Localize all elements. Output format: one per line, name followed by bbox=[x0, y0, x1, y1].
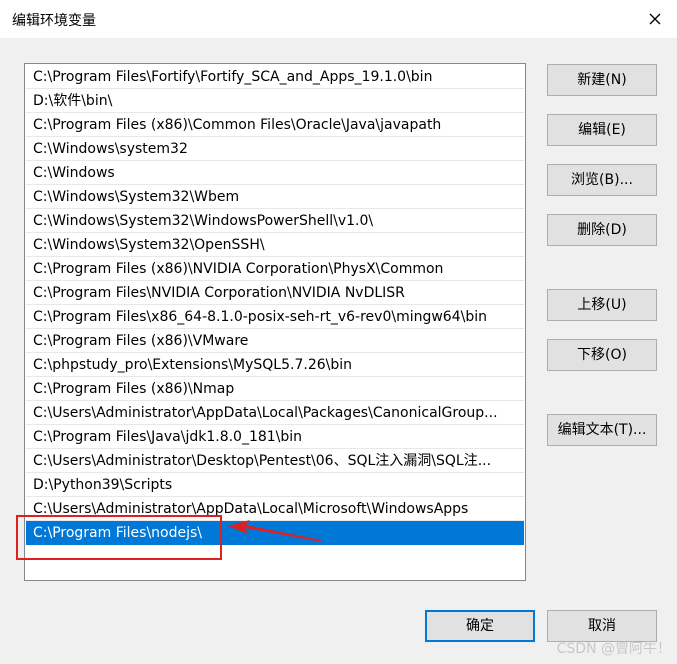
path-list[interactable]: C:\Program Files\Fortify\Fortify_SCA_and… bbox=[24, 63, 526, 581]
list-item[interactable]: C:\Program Files\NVIDIA Corporation\NVID… bbox=[26, 281, 524, 305]
list-item[interactable]: C:\Users\Administrator\AppData\Local\Pac… bbox=[26, 401, 524, 425]
list-item[interactable]: C:\Program Files\x86_64-8.1.0-posix-seh-… bbox=[26, 305, 524, 329]
list-item[interactable]: C:\Program Files (x86)\Nmap bbox=[26, 377, 524, 401]
title-bar: 编辑环境变量 bbox=[0, 0, 677, 38]
list-item[interactable]: C:\Program Files\Java\jdk1.8.0_181\bin bbox=[26, 425, 524, 449]
annotation-box bbox=[16, 515, 222, 560]
list-item[interactable]: C:\Program Files\Fortify\Fortify_SCA_and… bbox=[26, 65, 524, 89]
list-item[interactable]: C:\Program Files (x86)\NVIDIA Corporatio… bbox=[26, 257, 524, 281]
window-title: 编辑环境变量 bbox=[12, 13, 96, 29]
list-item[interactable]: D:\软件\bin\ bbox=[26, 89, 524, 113]
list-item[interactable]: C:\Program Files (x86)\Common Files\Orac… bbox=[26, 113, 524, 137]
move-down-button[interactable]: 下移(O) bbox=[547, 339, 657, 371]
annotation-arrow-icon bbox=[226, 518, 326, 552]
close-icon[interactable] bbox=[640, 4, 670, 34]
watermark: CSDN @曾阿牛！ bbox=[556, 641, 671, 657]
ok-button[interactable]: 确定 bbox=[425, 610, 535, 642]
edit-button[interactable]: 编辑(E) bbox=[547, 114, 657, 146]
edit-text-button[interactable]: 编辑文本(T)... bbox=[547, 414, 657, 446]
list-item[interactable]: C:\Windows\System32\WindowsPowerShell\v1… bbox=[26, 209, 524, 233]
list-item[interactable]: C:\Windows bbox=[26, 161, 524, 185]
move-up-button[interactable]: 上移(U) bbox=[547, 289, 657, 321]
list-item[interactable]: D:\Python39\Scripts bbox=[26, 473, 524, 497]
browse-button[interactable]: 浏览(B)... bbox=[547, 164, 657, 196]
new-button[interactable]: 新建(N) bbox=[547, 64, 657, 96]
list-item[interactable]: C:\Windows\System32\Wbem bbox=[26, 185, 524, 209]
list-item[interactable]: C:\Windows\System32\OpenSSH\ bbox=[26, 233, 524, 257]
list-item[interactable]: C:\Program Files (x86)\VMware bbox=[26, 329, 524, 353]
list-item[interactable]: C:\Windows\system32 bbox=[26, 137, 524, 161]
list-item[interactable]: C:\phpstudy_pro\Extensions\MySQL5.7.26\b… bbox=[26, 353, 524, 377]
list-item[interactable]: C:\Users\Administrator\Desktop\Pentest\0… bbox=[26, 449, 524, 473]
delete-button[interactable]: 删除(D) bbox=[547, 214, 657, 246]
